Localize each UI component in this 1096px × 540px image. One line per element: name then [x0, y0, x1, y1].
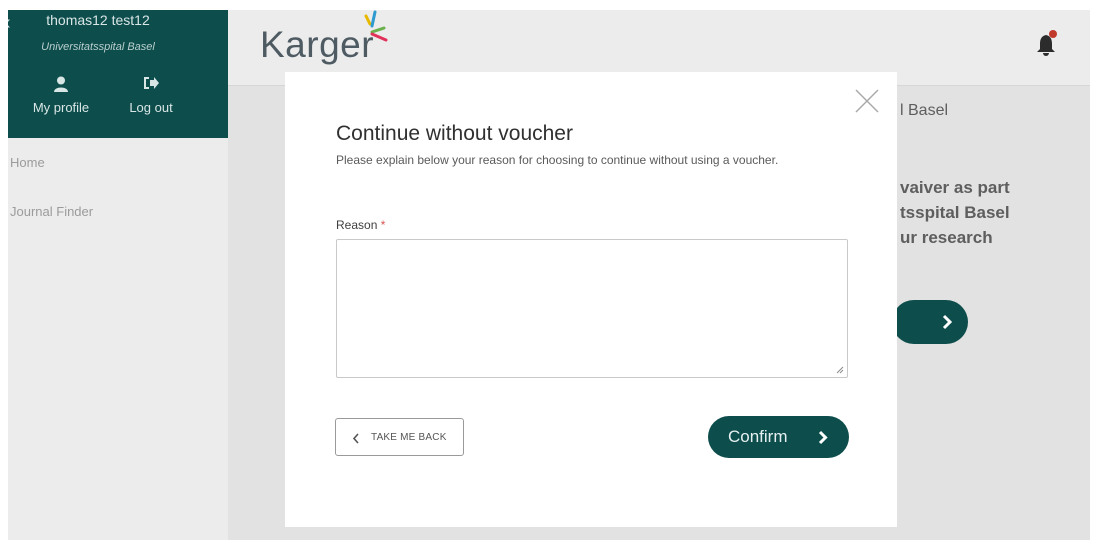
background-next-button [892, 300, 968, 344]
logout-link[interactable]: Log out [111, 76, 191, 115]
chevron-right-icon [942, 314, 952, 330]
background-text-4: ur research [900, 228, 993, 247]
take-me-back-label: TAKE ME BACK [371, 432, 447, 443]
logout-icon [111, 76, 191, 96]
modal-title: Continue without voucher [336, 122, 573, 145]
required-marker: * [380, 218, 386, 232]
my-profile-label: My profile [32, 100, 90, 115]
logout-label: Log out [129, 100, 173, 115]
sidebar-item-home[interactable]: Home [10, 155, 45, 170]
background-text-1: l Basel [900, 102, 949, 119]
chevron-left-icon [352, 433, 359, 444]
user-icon [21, 76, 101, 96]
background-text-3: tsspital Basel [900, 203, 1010, 222]
modal-description: Please explain below your reason for cho… [336, 153, 779, 167]
reason-textarea[interactable] [336, 239, 848, 378]
sidebar-item-journal-finder[interactable]: Journal Finder [10, 204, 93, 219]
chevron-right-icon [818, 430, 828, 445]
reason-label: Reason * [336, 218, 385, 232]
close-icon[interactable] [855, 89, 879, 113]
resize-handle-icon[interactable] [836, 366, 844, 374]
reason-label-text: Reason [336, 218, 378, 232]
continue-without-voucher-modal: Continue without voucher Please explain … [285, 72, 897, 527]
confirm-button[interactable]: Confirm [708, 416, 849, 458]
user-name: thomas12 test12 [46, 12, 150, 28]
notifications-button[interactable] [1036, 30, 1060, 63]
app-frame: ‹ thomas12 test12 Universitatsspital Bas… [8, 10, 1090, 540]
user-panel: ‹ thomas12 test12 Universitatsspital Bas… [8, 10, 228, 138]
my-profile-link[interactable]: My profile [21, 76, 101, 115]
confirm-label: Confirm [728, 427, 788, 446]
bell-icon [1037, 30, 1057, 56]
background-text-2: vaiver as part [900, 178, 1010, 197]
user-institution: Universitatsspital Basel [41, 41, 155, 53]
logo-mark-icon [364, 10, 388, 42]
sidebar: ‹ thomas12 test12 Universitatsspital Bas… [8, 10, 228, 540]
take-me-back-button[interactable]: TAKE ME BACK [335, 418, 464, 456]
